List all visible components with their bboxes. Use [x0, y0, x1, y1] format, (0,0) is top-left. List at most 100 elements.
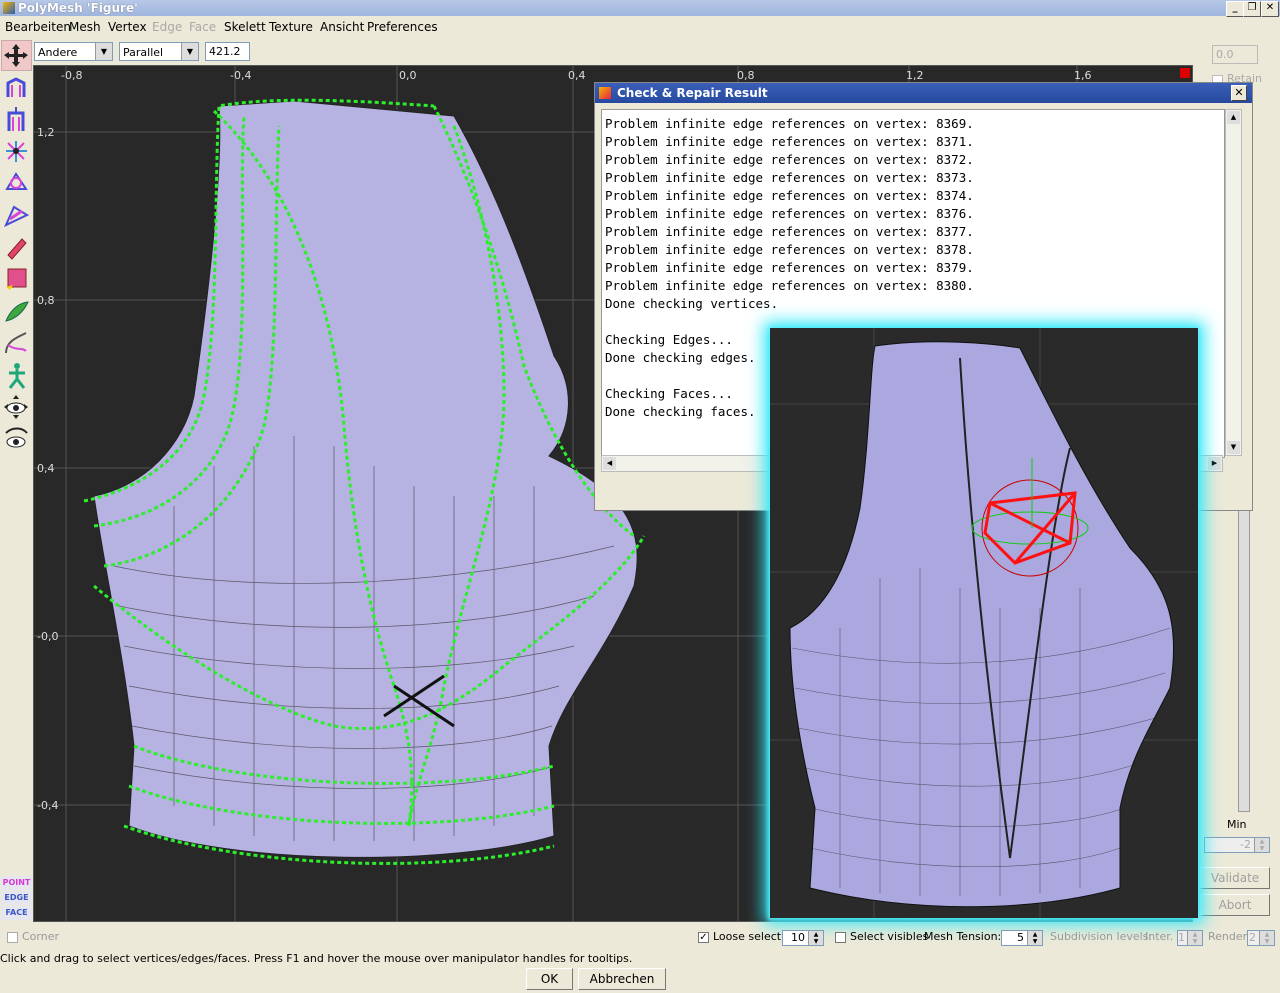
window-title: PolyMesh 'Figure': [18, 1, 138, 15]
x-tick: 0,8: [737, 69, 755, 82]
menu-texture[interactable]: Texture: [269, 20, 313, 34]
x-tick: 1,2: [906, 69, 924, 82]
log-line: Problem infinite edge references on vert…: [605, 188, 974, 203]
abort-button[interactable]: Abort: [1200, 894, 1270, 916]
menu-edge[interactable]: Edge: [152, 20, 182, 34]
loose-select-spinner[interactable]: 10 ▲ ▼: [782, 930, 824, 946]
spinner-arrows-icon: ▲ ▼: [1259, 931, 1274, 945]
x-tick: 0,0: [399, 69, 417, 82]
x-tick: -0,8: [61, 69, 82, 82]
x-tick: 0,4: [568, 69, 586, 82]
menu-ansicht[interactable]: Ansicht: [320, 20, 364, 34]
min-spinner[interactable]: -2 ▲ ▼: [1204, 837, 1270, 853]
skeleton-tool-icon[interactable]: [1, 360, 32, 391]
loose-select-label: Loose select: [713, 930, 782, 943]
bevel-tool-icon[interactable]: [1, 72, 32, 103]
value-field[interactable]: 0.0: [1212, 45, 1258, 64]
hint-text: Click and drag to select vertices/edges/…: [0, 952, 633, 965]
log-line: Problem infinite edge references on vert…: [605, 206, 974, 221]
projection-select-value: Parallel: [123, 46, 164, 59]
scale-tool-icon[interactable]: [1, 136, 32, 167]
scroll-right-icon[interactable]: ▶: [1208, 457, 1221, 470]
spinner-arrows-icon: ▲ ▼: [1254, 838, 1269, 852]
min-spinner-value: -2: [1240, 838, 1251, 851]
view-rotate-tool-icon[interactable]: [1, 424, 32, 455]
log-line: Problem infinite edge references on vert…: [605, 170, 974, 185]
ok-button[interactable]: OK: [526, 968, 573, 990]
close-button[interactable]: ✕: [1261, 1, 1279, 17]
log-line: Problem infinite edge references on vert…: [605, 224, 974, 239]
mode-point-button[interactable]: POINT: [1, 876, 32, 890]
y-tick: 1,2: [37, 126, 55, 139]
inter-label: Inter.: [1145, 930, 1174, 943]
tool-palette: [0, 40, 32, 460]
mode-face-button[interactable]: FACE: [1, 906, 32, 920]
scale-field[interactable]: 421.2: [205, 42, 250, 61]
log-line: Problem infinite edge references on vert…: [605, 242, 974, 257]
scroll-down-icon[interactable]: ▼: [1227, 441, 1240, 454]
log-line: Checking Faces...: [605, 386, 733, 401]
rotate-tool-icon[interactable]: [1, 168, 32, 199]
spinner-arrows-icon: ▲ ▼: [808, 931, 823, 945]
view-move-tool-icon[interactable]: [1, 392, 32, 423]
app-icon: [3, 2, 15, 14]
dialog-titlebar: Check & Repair Result ✕: [595, 83, 1252, 103]
render-label: Render: [1208, 930, 1248, 943]
loose-select-value: 10: [791, 931, 805, 944]
select-face-tool-icon[interactable]: [1, 264, 32, 295]
dialog-app-icon: [599, 87, 611, 99]
spinner-arrows-icon: ▲ ▼: [1027, 931, 1042, 945]
y-tick: -0,0: [37, 630, 58, 643]
log-line: Done checking vertices.: [605, 296, 779, 311]
viewport-corner-marker: [1180, 68, 1190, 78]
menu-face[interactable]: Face: [189, 20, 216, 34]
log-line: Problem infinite edge references on vert…: [605, 152, 974, 167]
corner-checkbox[interactable]: [7, 932, 18, 943]
log-line: Done checking edges.: [605, 350, 756, 365]
menu-skelett[interactable]: Skelett: [224, 20, 266, 34]
knife-tool-icon[interactable]: [1, 232, 32, 263]
spinner-arrows-icon: ▲ ▼: [1187, 931, 1202, 945]
inter-spinner[interactable]: 1 ▲ ▼: [1177, 930, 1203, 946]
skew-tool-icon[interactable]: [1, 200, 32, 231]
slider-track[interactable]: [1238, 510, 1250, 812]
projection-select[interactable]: Parallel ▼: [119, 42, 199, 61]
log-line: Problem infinite edge references on vert…: [605, 260, 974, 275]
y-tick: -0,4: [37, 799, 58, 812]
corner-label: Corner: [22, 930, 60, 943]
scroll-left-icon[interactable]: ◀: [603, 457, 616, 470]
y-tick: 0,8: [37, 294, 55, 307]
render-value: 2: [1249, 931, 1256, 944]
minimize-button[interactable]: _: [1226, 1, 1244, 17]
chevron-down-icon: ▼: [95, 43, 112, 60]
curve-tool-icon[interactable]: [1, 328, 32, 359]
dialog-close-button[interactable]: ✕: [1231, 85, 1247, 101]
render-preview: [770, 328, 1198, 918]
mesh-tension-label: Mesh Tension:: [924, 930, 1002, 943]
tweak-tool-icon[interactable]: [1, 296, 32, 327]
mesh-tension-spinner[interactable]: 5 ▲ ▼: [1001, 930, 1043, 946]
log-vertical-scrollbar[interactable]: ▲ ▼: [1225, 109, 1242, 456]
selection-mode-group: POINT EDGE FACE: [1, 876, 32, 921]
min-label: Min: [1227, 818, 1247, 831]
scroll-up-icon[interactable]: ▲: [1227, 111, 1240, 124]
loose-select-checkbox[interactable]: ✓: [698, 932, 709, 943]
extrude-tool-icon[interactable]: [1, 104, 32, 135]
menu-mesh[interactable]: Mesh: [69, 20, 101, 34]
chevron-down-icon: ▼: [181, 43, 198, 60]
menu-preferences[interactable]: Preferences: [367, 20, 438, 34]
menu-vertex[interactable]: Vertex: [108, 20, 147, 34]
select-visibles-checkbox[interactable]: [835, 932, 846, 943]
view-select-value: Andere: [38, 46, 78, 59]
view-select[interactable]: Andere ▼: [34, 42, 113, 61]
maximize-button[interactable]: ❐: [1243, 1, 1261, 17]
mode-edge-button[interactable]: EDGE: [1, 891, 32, 905]
menu-bearbeiten[interactable]: Bearbeiten: [5, 20, 71, 34]
move-tool-icon[interactable]: [1, 40, 32, 71]
log-line: Checking Edges...: [605, 332, 733, 347]
cancel-button[interactable]: Abbrechen: [578, 968, 666, 990]
window-titlebar: PolyMesh 'Figure' _ ❐ ✕: [0, 0, 1280, 17]
dialog-title: Check & Repair Result: [617, 86, 768, 100]
render-spinner[interactable]: 2 ▲ ▼: [1247, 930, 1275, 946]
validate-button[interactable]: Validate: [1200, 867, 1270, 889]
